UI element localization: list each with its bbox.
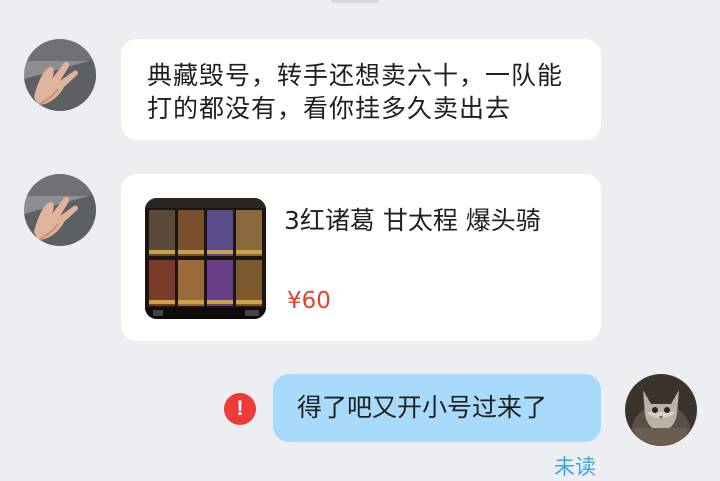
message-text: 得了吧又开小号过来了 xyxy=(297,393,548,422)
sender-avatar[interactable] xyxy=(24,39,96,111)
send-failed-icon[interactable]: ! xyxy=(224,393,256,425)
message-bubble-sent[interactable]: 得了吧又开小号过来了 xyxy=(273,374,601,442)
product-thumbnail[interactable] xyxy=(145,198,266,319)
sender-avatar[interactable] xyxy=(24,174,96,246)
top-edge-handle xyxy=(331,0,379,3)
message-bubble-received[interactable]: 典藏毁号，转手还想卖六十，一队能打的都没有，看你挂多久卖出去 xyxy=(121,39,601,140)
hand-gesture-avatar-icon xyxy=(24,174,96,246)
hand-gesture-avatar-icon xyxy=(24,39,96,111)
read-status-label: 未读 xyxy=(554,455,596,479)
my-avatar[interactable] xyxy=(625,374,697,446)
cat-avatar-icon xyxy=(625,374,697,446)
message-text: 典藏毁号，转手还想卖六十，一队能打的都没有，看你挂多久卖出去 xyxy=(147,61,564,123)
product-card[interactable]: 3红诸葛 甘太程 爆头骑 ¥60 xyxy=(121,174,601,341)
product-title: 3红诸葛 甘太程 爆头骑 xyxy=(284,206,541,235)
error-icon: ! xyxy=(236,397,244,420)
game-cards-image xyxy=(145,198,266,319)
product-price: ¥60 xyxy=(287,288,331,314)
